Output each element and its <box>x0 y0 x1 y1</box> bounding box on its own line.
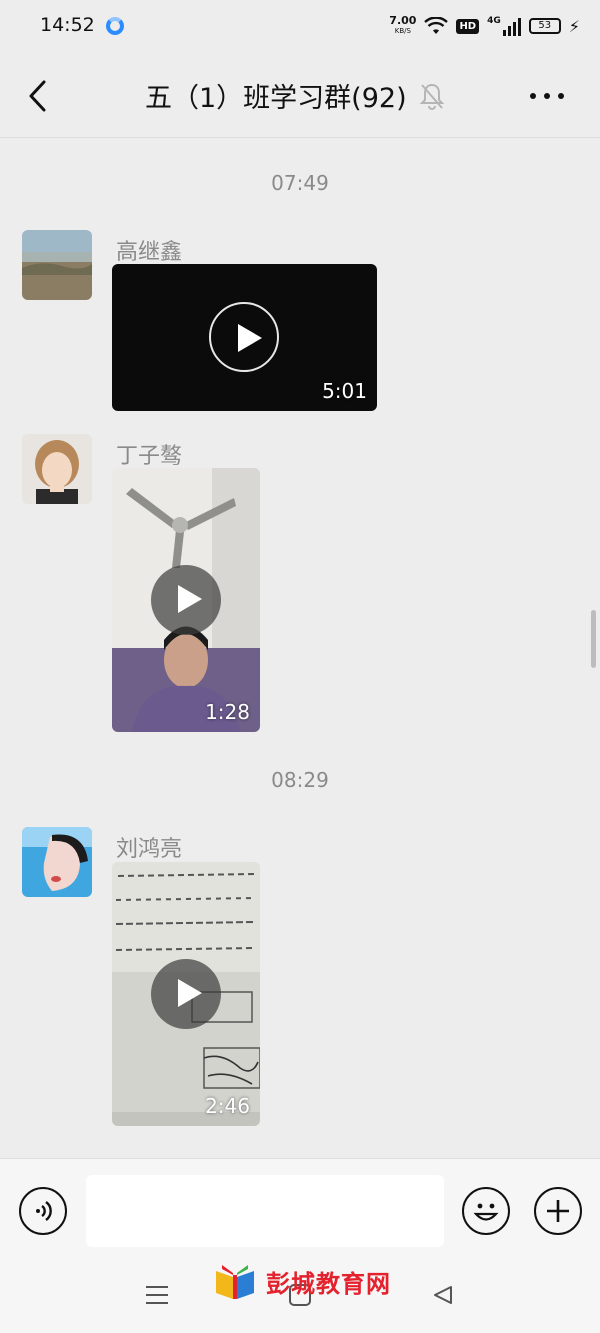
location-indicator-icon <box>106 17 124 35</box>
chat-message-list[interactable]: 07:49 高继鑫 5:01 丁子骜 1:28 08:29 刘鸿亮 2:46 <box>0 138 600 1158</box>
message-input[interactable] <box>86 1175 444 1247</box>
network-speed: 7.00 KB/S <box>389 15 416 36</box>
scrollbar[interactable] <box>591 610 596 668</box>
status-time: 14:52 <box>40 14 95 36</box>
sender-name: 丁子骜 <box>116 444 183 469</box>
bell-muted-icon <box>419 83 445 110</box>
emoji-icon[interactable] <box>462 1187 510 1235</box>
video-message[interactable]: 5:01 <box>112 264 377 411</box>
status-bar: 14:52 7.00 KB/S HD 4G 53 ⚡ <box>0 0 600 54</box>
avatar[interactable] <box>22 434 92 504</box>
sender-name: 刘鸿亮 <box>116 837 183 862</box>
video-duration: 5:01 <box>322 379 367 403</box>
play-icon[interactable] <box>151 565 221 635</box>
video-message[interactable]: 1:28 <box>112 468 260 732</box>
chat-title-group: 五（1）班学习群(92) <box>145 76 445 115</box>
message-timestamp: 07:49 <box>271 171 329 195</box>
chat-input-bar <box>0 1158 600 1258</box>
avatar[interactable] <box>22 230 92 300</box>
play-icon[interactable] <box>209 302 279 372</box>
wifi-icon <box>424 17 449 34</box>
watermark: 彭城教育网 <box>212 1259 391 1303</box>
menu-icon[interactable] <box>146 1286 168 1304</box>
status-icons: 7.00 KB/S HD 4G 53 ⚡ <box>389 12 580 40</box>
hd-badge: HD <box>456 18 480 34</box>
voice-icon[interactable] <box>19 1187 67 1235</box>
back-triangle-icon[interactable] <box>432 1284 454 1306</box>
video-duration: 2:46 <box>205 1094 250 1118</box>
watermark-logo-icon <box>216 1265 254 1299</box>
watermark-text: 彭城教育网 <box>266 1269 391 1298</box>
plus-icon[interactable] <box>534 1187 582 1235</box>
battery-level: 53 <box>538 20 552 31</box>
cell-signal-icon: 4G <box>487 16 521 36</box>
video-duration: 1:28 <box>205 700 250 724</box>
more-dots-icon[interactable] <box>530 84 570 108</box>
message-timestamp: 08:29 <box>271 768 329 792</box>
video-message[interactable]: 2:46 <box>112 862 260 1126</box>
play-icon[interactable] <box>151 959 221 1029</box>
network-speed-unit: KB/S <box>394 27 411 35</box>
avatar[interactable] <box>22 827 92 897</box>
charging-icon: ⚡ <box>568 16 580 36</box>
chat-header: 五（1）班学习群(92) <box>0 54 600 138</box>
network-type: 4G <box>487 16 501 26</box>
chevron-left-icon[interactable] <box>20 76 60 116</box>
battery-icon: 53 <box>528 18 561 34</box>
chat-title: 五（1）班学习群(92) <box>145 83 407 114</box>
sender-name: 高继鑫 <box>116 240 183 265</box>
